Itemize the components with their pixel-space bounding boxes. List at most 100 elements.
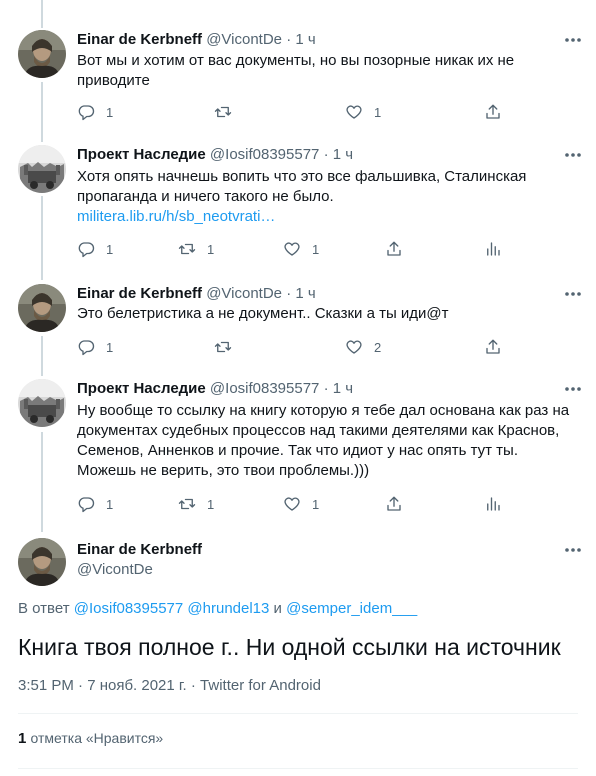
more-options-icon[interactable] xyxy=(562,381,584,397)
author-name[interactable]: Проект Наследие xyxy=(77,146,206,163)
separator: · xyxy=(286,285,292,302)
more-options-icon[interactable] xyxy=(562,286,584,302)
share-button[interactable] xyxy=(385,239,403,259)
tweet[interactable]: Проект Наследие @Iosif08395577 · 1 ч Хот… xyxy=(0,145,596,270)
tweet-header: Проект Наследие @Iosif08395577 · 1 ч xyxy=(77,145,353,165)
tweet-timestamp[interactable]: 3:51 PM · 7 нояб. 2021 г. · Twitter for … xyxy=(18,677,321,694)
like-count: 1 xyxy=(312,241,320,257)
more-options-icon[interactable] xyxy=(562,542,584,558)
reply-user-link[interactable]: @hrundel13 xyxy=(187,600,269,617)
tweet-time[interactable]: 1 ч xyxy=(333,146,353,163)
tweet-actions: 1 1 xyxy=(0,102,596,122)
tweet-text: Ну вообще то ссылку на книгу которую я т… xyxy=(77,402,570,479)
retweet-icon xyxy=(214,341,232,353)
focused-tweet: Einar de Kerbneff @VicontDe xyxy=(0,538,596,598)
separator: · xyxy=(323,146,329,163)
reply-icon xyxy=(78,497,95,513)
retweet-button[interactable] xyxy=(214,337,243,357)
more-options-icon[interactable] xyxy=(562,147,584,163)
avatar[interactable] xyxy=(18,30,66,78)
likes-label: отметка «Нравится» xyxy=(30,730,164,746)
author-name[interactable]: Проект Наследие xyxy=(77,380,206,397)
like-button[interactable]: 1 xyxy=(283,494,319,514)
avatar[interactable] xyxy=(18,145,66,193)
author-name[interactable]: Einar de Kerbneff xyxy=(77,285,202,302)
share-icon xyxy=(387,496,401,511)
reply-button[interactable]: 1 xyxy=(77,239,113,259)
author-handle[interactable]: @VicontDe xyxy=(206,285,282,302)
retweet-icon xyxy=(178,498,196,510)
author-name[interactable]: Einar de Kerbneff xyxy=(77,540,202,560)
likes-summary[interactable]: 1 отметка «Нравится» xyxy=(18,730,163,747)
more-options-icon[interactable] xyxy=(562,32,584,48)
analytics-button[interactable] xyxy=(484,494,502,514)
tweet[interactable]: Проект Наследие @Iosif08395577 · 1 ч Ну … xyxy=(0,379,596,524)
thread-line xyxy=(41,0,43,28)
reply-button[interactable]: 1 xyxy=(77,337,113,357)
reply-count: 1 xyxy=(106,339,114,355)
like-button[interactable]: 1 xyxy=(283,239,319,259)
analytics-icon xyxy=(487,497,500,511)
avatar[interactable] xyxy=(18,379,66,427)
focused-author: Einar de Kerbneff @VicontDe xyxy=(77,540,202,580)
reply-count: 1 xyxy=(106,104,114,120)
analytics-icon xyxy=(487,242,500,256)
tweet[interactable]: Einar de Kerbneff @VicontDe · 1 ч Это бе… xyxy=(0,284,596,364)
reply-button[interactable]: 1 xyxy=(77,102,113,122)
tweet-text: Вот мы и хотим от вас документы, но вы п… xyxy=(77,52,515,89)
tweet-text: Хотя опять начнешь вопить что это все фа… xyxy=(77,167,577,227)
reply-icon xyxy=(78,242,95,258)
avatar[interactable] xyxy=(18,538,66,586)
reply-user-link[interactable]: @semper_idem___ xyxy=(286,600,417,617)
share-button[interactable] xyxy=(484,337,502,357)
tweet-text-body: Хотя опять начнешь вопить что это все фа… xyxy=(77,168,527,205)
share-icon xyxy=(486,104,500,119)
reply-user-link[interactable]: @Iosif08395577 xyxy=(74,600,183,617)
author-name[interactable]: Einar de Kerbneff xyxy=(77,31,202,48)
author-handle[interactable]: @VicontDe xyxy=(77,560,202,580)
like-count: 2 xyxy=(374,339,382,355)
share-button[interactable] xyxy=(484,102,502,122)
retweet-button[interactable]: 1 xyxy=(178,239,214,259)
tweet-time[interactable]: 1 ч xyxy=(333,380,353,397)
reply-count: 1 xyxy=(106,241,114,257)
tweet-link[interactable]: militera.lib.ru/h/sb_neotvrati… xyxy=(77,208,275,225)
tweet-header: Einar de Kerbneff @VicontDe · 1 ч xyxy=(77,284,316,304)
retweet-button[interactable]: 1 xyxy=(178,494,214,514)
tweet[interactable]: Einar de Kerbneff @VicontDe · 1 ч Вот мы… xyxy=(0,30,596,130)
divider xyxy=(18,768,578,769)
analytics-button[interactable] xyxy=(484,239,502,259)
like-count: 1 xyxy=(374,104,382,120)
tweet-time[interactable]: 1 ч xyxy=(295,285,315,302)
like-button[interactable]: 1 xyxy=(345,102,381,122)
heart-icon xyxy=(284,242,300,256)
tweet-actions: 1 2 xyxy=(0,337,596,357)
focused-tweet-text: Книга твоя полное г.. Ни одной ссылки на… xyxy=(18,634,561,660)
retweet-icon xyxy=(214,106,232,118)
likes-count: 1 xyxy=(18,730,27,747)
avatar[interactable] xyxy=(18,284,66,332)
separator: · xyxy=(323,380,329,397)
author-handle[interactable]: @VicontDe xyxy=(206,31,282,48)
reply-to-line: В ответ @Iosif08395577 @hrundel13 и @sem… xyxy=(18,600,417,617)
reply-prefix: В ответ xyxy=(18,600,70,617)
reply-icon xyxy=(78,340,95,356)
tweet-header: Проект Наследие @Iosif08395577 · 1 ч xyxy=(77,379,353,399)
reply-button[interactable]: 1 xyxy=(77,494,113,514)
retweet-button[interactable] xyxy=(214,102,243,122)
tweet-actions: 1 1 1 xyxy=(0,239,596,259)
reply-and: и xyxy=(273,600,282,617)
share-button[interactable] xyxy=(385,494,403,514)
author-handle[interactable]: @Iosif08395577 xyxy=(210,380,319,397)
retweet-icon xyxy=(178,243,196,255)
like-button[interactable]: 2 xyxy=(345,337,381,357)
tweet-text: Это белетристика а не документ.. Сказки … xyxy=(77,305,449,322)
heart-icon xyxy=(284,497,300,511)
retweet-count: 1 xyxy=(207,496,215,512)
tweet-time[interactable]: 1 ч xyxy=(295,31,315,48)
author-handle[interactable]: @Iosif08395577 xyxy=(210,146,319,163)
heart-icon xyxy=(346,105,362,119)
tweet-header: Einar de Kerbneff @VicontDe · 1 ч xyxy=(77,30,316,50)
like-count: 1 xyxy=(312,496,320,512)
share-icon xyxy=(387,241,401,256)
